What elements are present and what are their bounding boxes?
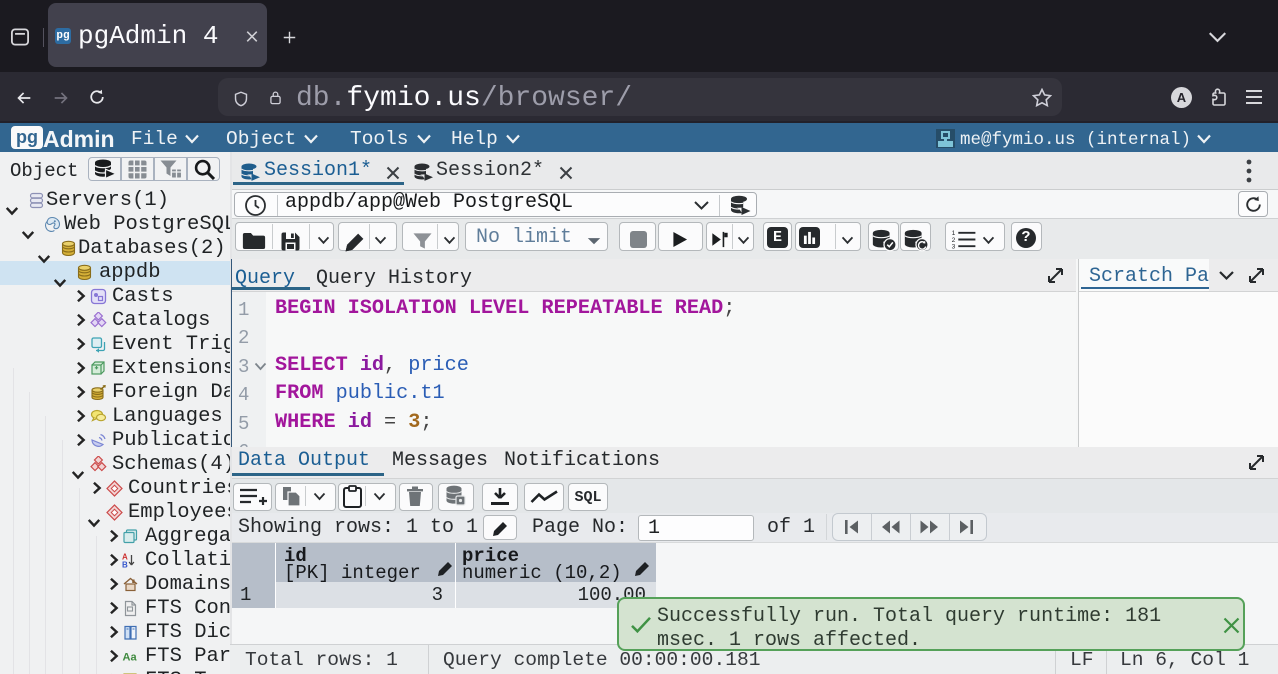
svg-text:Aa: Aa — [123, 652, 138, 664]
svg-text:B: B — [122, 561, 128, 570]
svg-text:3: 3 — [952, 244, 956, 249]
